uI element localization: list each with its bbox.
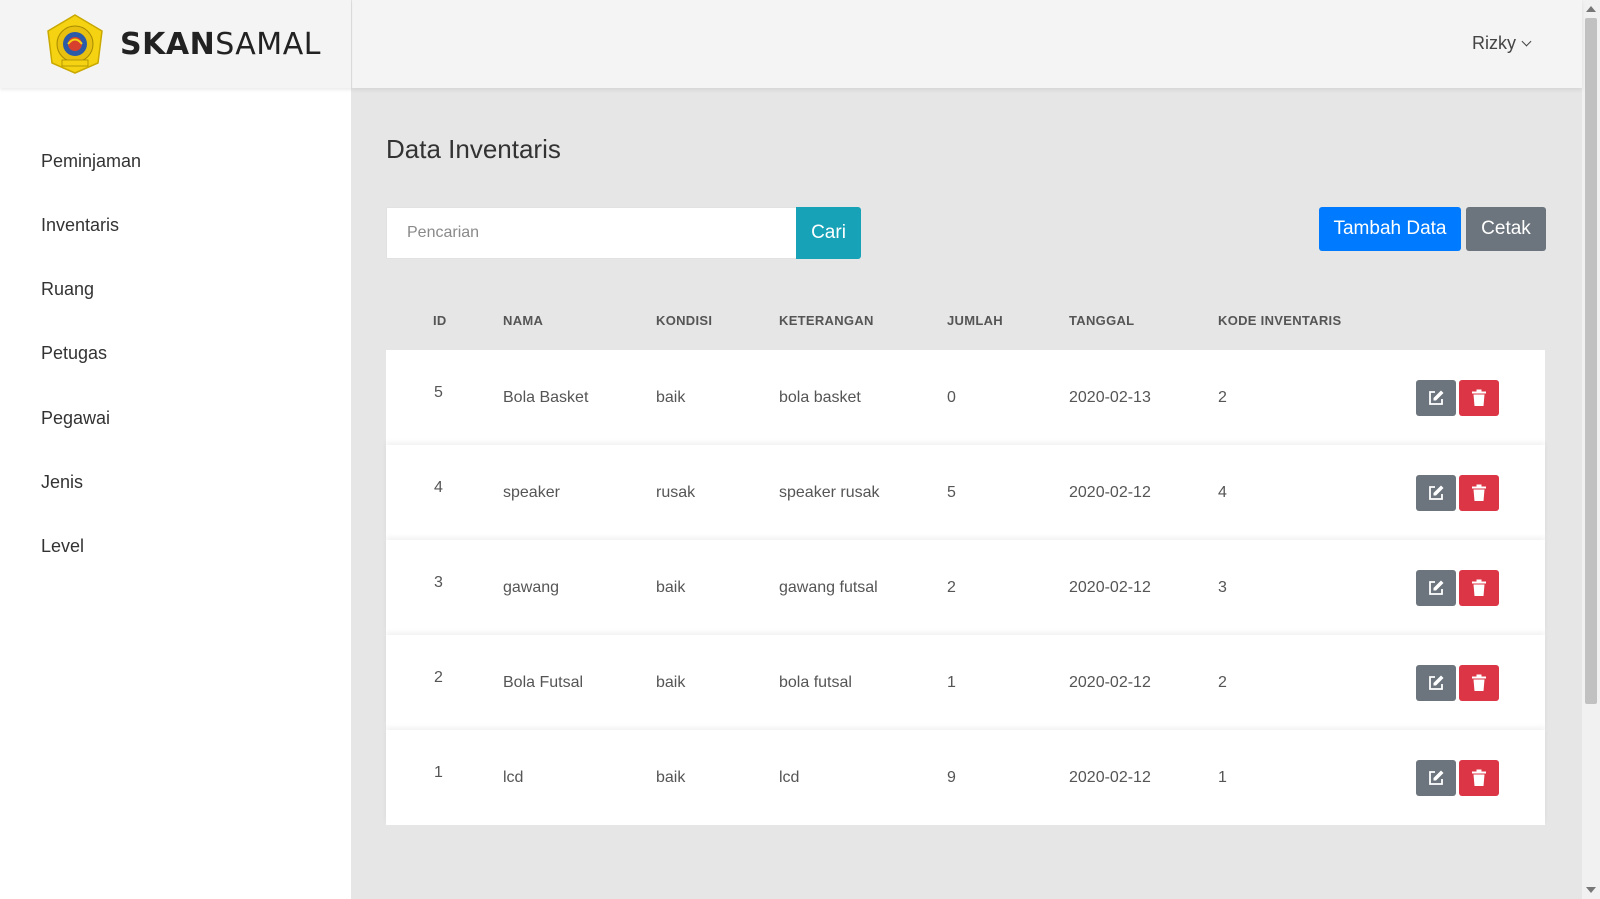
delete-button[interactable] bbox=[1459, 380, 1499, 416]
page-scrollbar[interactable] bbox=[1582, 0, 1600, 899]
scroll-thumb[interactable] bbox=[1585, 18, 1597, 704]
column-header-tanggal: TANGGAL bbox=[1069, 313, 1135, 328]
cell-id: 1 bbox=[434, 764, 443, 781]
sidebar-item-level[interactable]: Level bbox=[41, 536, 84, 557]
sidebar-item-inventaris[interactable]: Inventaris bbox=[41, 215, 119, 236]
print-button[interactable]: Cetak bbox=[1466, 207, 1546, 251]
cell-kondisi: baik bbox=[656, 674, 686, 691]
table-row: 5 Bola Basket baik bola basket 0 2020-02… bbox=[386, 350, 1545, 445]
sidebar-item-petugas[interactable]: Petugas bbox=[41, 343, 107, 364]
cell-nama: Bola Futsal bbox=[503, 674, 584, 691]
column-header-kondisi: KONDISI bbox=[656, 313, 713, 328]
sidebar-item-pegawai[interactable]: Pegawai bbox=[41, 408, 110, 429]
edit-button[interactable] bbox=[1416, 380, 1456, 416]
cell-nama: speaker bbox=[503, 484, 560, 501]
delete-button[interactable] bbox=[1459, 475, 1499, 511]
add-data-button[interactable]: Tambah Data bbox=[1319, 207, 1461, 251]
cell-jumlah: 1 bbox=[947, 674, 956, 691]
cell-nama: gawang bbox=[503, 579, 560, 596]
cell-tanggal: 2020-02-12 bbox=[1069, 484, 1151, 501]
edit-button[interactable] bbox=[1416, 475, 1456, 511]
brand[interactable]: SKANSAMAL bbox=[0, 0, 351, 88]
trash-icon bbox=[1472, 484, 1486, 501]
cell-kode-inventaris: 3 bbox=[1218, 579, 1227, 596]
column-header-kode-inventaris: KODE INVENTARIS bbox=[1218, 313, 1342, 328]
column-header-jumlah: JUMLAH bbox=[947, 313, 1003, 328]
cell-jumlah: 5 bbox=[947, 484, 956, 501]
edit-icon bbox=[1429, 770, 1444, 785]
scroll-up-arrow-icon[interactable] bbox=[1586, 6, 1596, 12]
cell-tanggal: 2020-02-13 bbox=[1069, 389, 1151, 406]
cell-kode-inventaris: 2 bbox=[1218, 389, 1227, 406]
edit-button[interactable] bbox=[1416, 570, 1456, 606]
cell-tanggal: 2020-02-12 bbox=[1069, 769, 1151, 786]
sidebar-item-jenis[interactable]: Jenis bbox=[41, 472, 83, 493]
edit-icon bbox=[1429, 675, 1444, 690]
cell-tanggal: 2020-02-12 bbox=[1069, 579, 1151, 596]
cell-kode-inventaris: 4 bbox=[1218, 484, 1227, 501]
trash-icon bbox=[1472, 389, 1486, 406]
sidebar-item-peminjaman[interactable]: Peminjaman bbox=[41, 151, 141, 172]
cell-kondisi: baik bbox=[656, 389, 686, 406]
column-header-nama: NAMA bbox=[503, 313, 544, 328]
cell-jumlah: 9 bbox=[947, 769, 956, 786]
trash-icon bbox=[1472, 674, 1486, 691]
cell-keterangan: gawang futsal bbox=[779, 579, 878, 596]
cell-kondisi: baik bbox=[656, 769, 686, 786]
cell-kondisi: rusak bbox=[656, 484, 696, 501]
sidebar: Peminjaman Inventaris Ruang Petugas Pega… bbox=[0, 88, 351, 899]
chevron-down-icon bbox=[1521, 36, 1532, 47]
cell-keterangan: bola basket bbox=[779, 389, 861, 406]
edit-icon bbox=[1429, 580, 1444, 595]
school-crest-icon bbox=[47, 14, 103, 74]
cell-keterangan: lcd bbox=[779, 769, 800, 786]
delete-button[interactable] bbox=[1459, 665, 1499, 701]
user-name: Rizky bbox=[1472, 33, 1516, 53]
brand-name: SKANSAMAL bbox=[120, 26, 321, 62]
cell-keterangan: speaker rusak bbox=[779, 484, 880, 501]
table-row: 4 speaker rusak speaker rusak 5 2020-02-… bbox=[386, 445, 1545, 540]
inventory-table: 5 Bola Basket baik bola basket 0 2020-02… bbox=[386, 350, 1545, 825]
column-header-id: ID bbox=[433, 313, 447, 328]
table-row: 1 lcd baik lcd 9 2020-02-12 1 bbox=[386, 730, 1545, 825]
scroll-down-arrow-icon[interactable] bbox=[1586, 887, 1596, 893]
trash-icon bbox=[1472, 579, 1486, 596]
edit-icon bbox=[1429, 485, 1444, 500]
edit-icon bbox=[1429, 390, 1444, 405]
search-button[interactable]: Cari bbox=[796, 207, 861, 259]
cell-jumlah: 2 bbox=[947, 579, 956, 596]
search-input[interactable] bbox=[386, 207, 797, 259]
page-title: Data Inventaris bbox=[386, 134, 561, 164]
cell-kondisi: baik bbox=[656, 579, 686, 596]
trash-icon bbox=[1472, 769, 1486, 786]
edit-button[interactable] bbox=[1416, 665, 1456, 701]
sidebar-item-ruang[interactable]: Ruang bbox=[41, 279, 94, 300]
cell-keterangan: bola futsal bbox=[779, 674, 852, 691]
cell-kode-inventaris: 1 bbox=[1218, 769, 1227, 786]
cell-jumlah: 0 bbox=[947, 389, 956, 406]
cell-nama: Bola Basket bbox=[503, 389, 589, 406]
cell-tanggal: 2020-02-12 bbox=[1069, 674, 1151, 691]
cell-kode-inventaris: 2 bbox=[1218, 674, 1227, 691]
column-header-keterangan: KETERANGAN bbox=[779, 313, 874, 328]
delete-button[interactable] bbox=[1459, 570, 1499, 606]
delete-button[interactable] bbox=[1459, 760, 1499, 796]
edit-button[interactable] bbox=[1416, 760, 1456, 796]
cell-nama: lcd bbox=[503, 769, 524, 786]
table-row: 2 Bola Futsal baik bola futsal 1 2020-02… bbox=[386, 635, 1545, 730]
user-menu-dropdown[interactable]: Rizky bbox=[1472, 33, 1532, 54]
table-row: 3 gawang baik gawang futsal 2 2020-02-12… bbox=[386, 540, 1545, 635]
top-header: Rizky bbox=[351, 0, 1582, 88]
